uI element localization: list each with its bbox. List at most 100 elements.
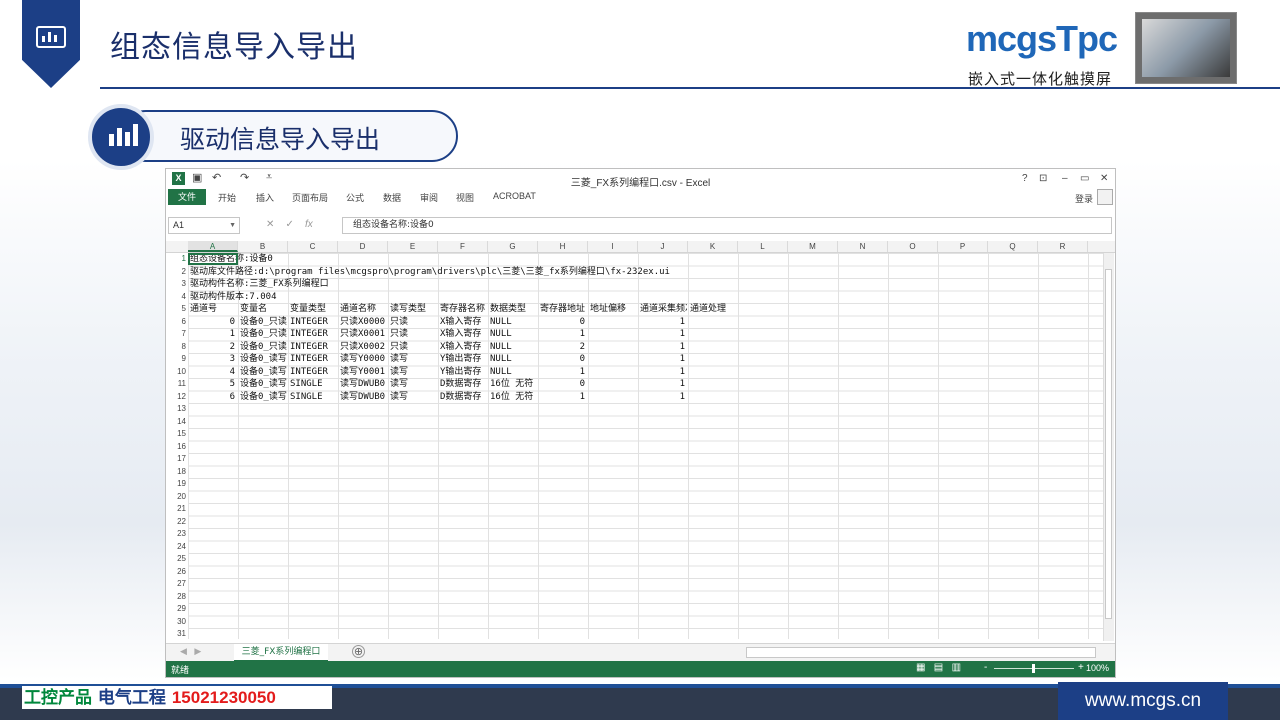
column-header[interactable]: L <box>738 241 788 252</box>
cell[interactable]: 1 <box>640 366 685 378</box>
row-header[interactable]: 13 <box>166 403 186 416</box>
cell[interactable]: INTEGER <box>290 366 337 378</box>
cell[interactable]: 0 <box>540 316 585 328</box>
cell[interactable]: NULL <box>490 316 537 328</box>
cell[interactable]: 读写DWUB0 <box>340 391 387 403</box>
row-header[interactable]: 22 <box>166 516 186 529</box>
row-header[interactable]: 5 <box>166 303 186 316</box>
cell[interactable]: 1 <box>640 328 685 340</box>
column-header[interactable]: H <box>538 241 588 252</box>
cell[interactable]: INTEGER <box>290 341 337 353</box>
ribbon-display-icon[interactable]: ⊡ <box>1039 173 1047 184</box>
cell[interactable]: 只读 <box>390 341 437 353</box>
help-icon[interactable]: ? <box>1022 173 1028 184</box>
tab-insert[interactable]: 插入 <box>256 191 274 204</box>
cell[interactable]: NULL <box>490 353 537 365</box>
column-header[interactable]: R <box>1038 241 1088 252</box>
cell[interactable]: 1 <box>540 366 585 378</box>
cell[interactable]: NULL <box>490 341 537 353</box>
cell[interactable]: 设备0_只读 <box>240 341 287 353</box>
row-header[interactable]: 16 <box>166 441 186 454</box>
cell[interactable]: 驱动构件名称:三菱_FX系列编程口 <box>190 278 329 290</box>
row-header[interactable]: 14 <box>166 416 186 429</box>
cell[interactable]: 5 <box>190 378 235 390</box>
cell[interactable]: 通道处理 <box>690 303 737 315</box>
cell[interactable]: NULL <box>490 328 537 340</box>
enter-icon[interactable]: ✓ <box>286 219 294 230</box>
cell[interactable]: 只读 <box>390 316 437 328</box>
cell[interactable]: X输入寄存 <box>440 328 487 340</box>
row-header[interactable]: 18 <box>166 466 186 479</box>
tab-view[interactable]: 视图 <box>456 191 474 204</box>
cell[interactable]: INTEGER <box>290 353 337 365</box>
row-header[interactable]: 29 <box>166 603 186 616</box>
tab-review[interactable]: 审阅 <box>420 191 438 204</box>
cell[interactable]: 驱动库文件路径:d:\program files\mcgspro\program… <box>190 266 670 278</box>
view-buttons[interactable]: ▦ ▤ ▥ <box>916 662 961 673</box>
cell[interactable]: Y输出寄存 <box>440 353 487 365</box>
minimize-icon[interactable]: – <box>1062 173 1068 184</box>
cell[interactable]: 1 <box>540 391 585 403</box>
worksheet-grid[interactable]: ABCDEFGHIJKLMNOPQR 1 2 3 4 5 6 7 8 9 10 11 12 13 14 15… <box>166 241 1115 639</box>
column-header[interactable]: D <box>338 241 388 252</box>
tab-file[interactable]: 文件 <box>168 189 206 205</box>
row-header[interactable]: 21 <box>166 503 186 516</box>
cell[interactable]: 6 <box>190 391 235 403</box>
row-header[interactable]: 4 <box>166 291 186 304</box>
row-header[interactable]: 19 <box>166 478 186 491</box>
cell[interactable]: X输入寄存 <box>440 316 487 328</box>
cell[interactable]: 设备0_只读 <box>240 328 287 340</box>
name-box[interactable]: A1 ▼ <box>168 217 240 234</box>
row-header[interactable]: 17 <box>166 453 186 466</box>
row-header[interactable]: 25 <box>166 553 186 566</box>
zoom-level[interactable]: 100% <box>1086 663 1109 673</box>
cancel-icon[interactable]: ✕ <box>266 219 274 230</box>
row-header[interactable]: 2 <box>166 266 186 279</box>
cell[interactable]: 读写DWUB0 <box>340 378 387 390</box>
cell[interactable]: 设备0_读写 <box>240 391 287 403</box>
row-header[interactable]: 30 <box>166 616 186 629</box>
sheet-nav-icon[interactable]: ◀ ▶ <box>180 646 201 657</box>
row-header[interactable]: 1 <box>166 253 186 266</box>
cell[interactable]: 设备0_读写 <box>240 366 287 378</box>
cell[interactable]: 读写 <box>390 378 437 390</box>
cell[interactable]: 读写 <box>390 353 437 365</box>
column-header[interactable]: P <box>938 241 988 252</box>
cell[interactable]: 4 <box>190 366 235 378</box>
cell[interactable]: SINGLE <box>290 391 337 403</box>
tab-data[interactable]: 数据 <box>383 191 401 204</box>
cell[interactable]: 2 <box>540 341 585 353</box>
cell[interactable]: 只读X0001 <box>340 328 387 340</box>
cell[interactable]: 变量名 <box>240 303 287 315</box>
cell[interactable]: 3 <box>190 353 235 365</box>
tab-formulas[interactable]: 公式 <box>346 191 364 204</box>
cell[interactable]: 16位 无符 <box>490 391 537 403</box>
column-header[interactable]: M <box>788 241 838 252</box>
restore-icon[interactable]: ▭ <box>1080 173 1089 184</box>
cell[interactable]: 0 <box>540 378 585 390</box>
cell[interactable]: 0 <box>540 353 585 365</box>
cell[interactable]: INTEGER <box>290 316 337 328</box>
row-header[interactable]: 8 <box>166 341 186 354</box>
row-header[interactable]: 23 <box>166 528 186 541</box>
cell[interactable]: 1 <box>640 353 685 365</box>
row-header[interactable]: 11 <box>166 378 186 391</box>
zoom-out-icon[interactable]: - <box>984 662 987 673</box>
login-link[interactable]: 登录 <box>1075 192 1093 205</box>
column-header[interactable]: G <box>488 241 538 252</box>
cell[interactable]: NULL <box>490 366 537 378</box>
cell[interactable]: 读写 <box>390 366 437 378</box>
tab-home[interactable]: 开始 <box>218 191 236 204</box>
cell[interactable]: INTEGER <box>290 328 337 340</box>
cell[interactable]: 地址偏移 <box>590 303 637 315</box>
function-icon[interactable]: fx <box>305 219 313 230</box>
cell[interactable]: SINGLE <box>290 378 337 390</box>
cell[interactable]: 只读X0000 <box>340 316 387 328</box>
cell[interactable]: 设备0_读写 <box>240 353 287 365</box>
cell[interactable]: 数据类型 <box>490 303 537 315</box>
cell[interactable]: X输入寄存 <box>440 341 487 353</box>
column-header[interactable]: E <box>388 241 438 252</box>
cell[interactable]: 1 <box>190 328 235 340</box>
cell-area[interactable]: 组态设备名称:设备0 驱动库文件路径:d:\program files\mcgsp… <box>188 253 1108 639</box>
row-header[interactable]: 27 <box>166 578 186 591</box>
